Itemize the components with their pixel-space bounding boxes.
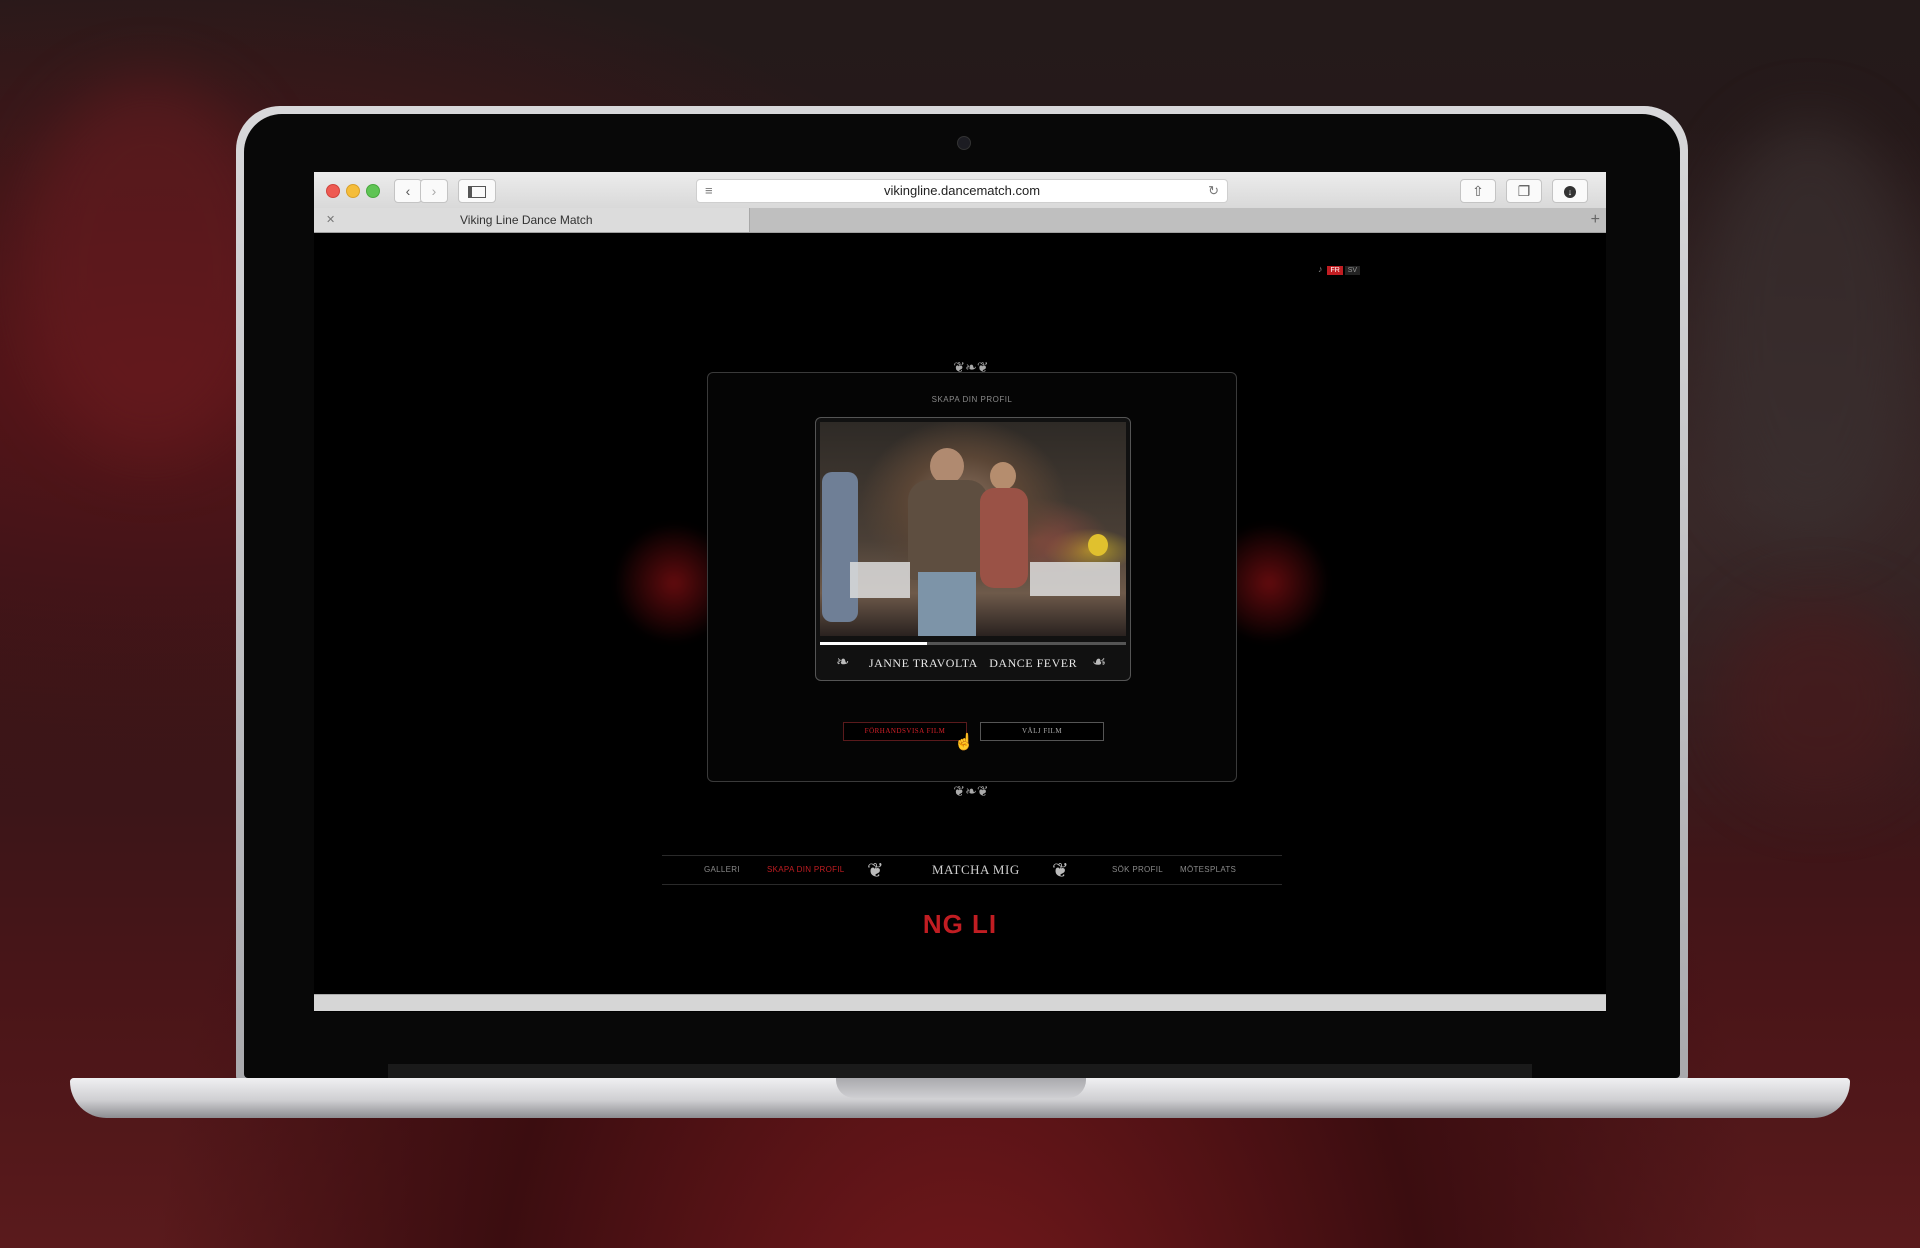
dancer-figure xyxy=(990,462,1016,490)
panel-title: SKAPA DIN PROFIL xyxy=(931,395,1013,404)
video-progress-bar[interactable] xyxy=(820,642,1126,645)
preview-film-button[interactable]: FÖRHANDSVISA FILM xyxy=(843,722,967,741)
tab-close-icon[interactable]: ✕ xyxy=(326,208,335,232)
laptop-notch xyxy=(836,1078,1086,1098)
choose-film-button[interactable]: VÄLJ FILM xyxy=(980,722,1104,741)
sidebar-icon xyxy=(468,186,486,199)
video-caption: JANNE TRAVOLTA DANCE FEVER xyxy=(816,656,1130,671)
nav-item-skapa-din-profil[interactable]: SKAPA DIN PROFIL xyxy=(767,865,845,874)
webcam-icon xyxy=(957,136,971,150)
language-option[interactable]: FR xyxy=(1327,266,1343,275)
sidebar-toggle-button[interactable] xyxy=(458,179,496,203)
language-switcher: ♪ FR SV xyxy=(1315,263,1361,275)
minimize-window-button[interactable] xyxy=(346,184,360,198)
tab-title: Viking Line Dance Match xyxy=(460,213,593,227)
dancer-figure xyxy=(930,448,964,484)
dancer-figure xyxy=(822,472,858,622)
zoom-window-button[interactable] xyxy=(366,184,380,198)
tab-bar: ✕ Viking Line Dance Match + xyxy=(314,208,1606,233)
nav-item-matcha-mig[interactable]: MATCHA MIG xyxy=(932,862,1020,878)
new-tab-button[interactable]: + xyxy=(1591,208,1600,232)
nav-item-motesplats[interactable]: MÖTESPLATS xyxy=(1180,865,1236,874)
music-note-icon[interactable]: ♪ xyxy=(1315,263,1326,275)
forward-button[interactable]: › xyxy=(420,179,448,203)
close-window-button[interactable] xyxy=(326,184,340,198)
language-option[interactable]: SV xyxy=(1344,266,1361,275)
tabs-icon: ❐ xyxy=(1517,183,1531,199)
profile-panel: SKAPA DIN PROFIL ❧ JANNE TRAVOLTA DANCE … xyxy=(707,372,1237,782)
ornament-right-icon: ☙ xyxy=(1092,654,1107,671)
ornament-nav-right-icon: ❦ xyxy=(1052,860,1069,882)
laptop-screen: ‹ › ≡ vikingline.dancematch.com ↻ ⇧ ❐ ↓ … xyxy=(314,172,1606,1012)
browser-status-bar xyxy=(314,994,1606,1011)
ornament-bottom: ❦❧❦ xyxy=(953,783,989,799)
video-frame[interactable] xyxy=(820,422,1126,636)
background-blur xyxy=(1700,120,1920,540)
reload-icon[interactable]: ↻ xyxy=(1208,180,1219,202)
address-bar[interactable]: ≡ vikingline.dancematch.com ↻ xyxy=(696,179,1228,203)
page-content: ♪ FR SV ❦❧❦ SKAPA DIN PROFIL ❧ JANNE TRA… xyxy=(314,233,1606,993)
ornament-nav-left-icon: ❦ xyxy=(867,860,884,882)
video-progress-fill xyxy=(820,642,928,645)
download-icon: ↓ xyxy=(1564,186,1576,199)
tabs-overview-button[interactable]: ❐ xyxy=(1506,179,1542,203)
dancer-figure xyxy=(918,572,976,636)
table xyxy=(1030,562,1120,596)
viking-line-logo[interactable]: NG LI xyxy=(314,909,1606,940)
background-blur xyxy=(1720,600,1920,800)
nav-item-sok-profil[interactable]: SÖK PROFIL xyxy=(1112,865,1163,874)
caption-subtitle: DANCE FEVER xyxy=(989,656,1078,670)
tab-viking-line[interactable]: ✕ Viking Line Dance Match xyxy=(314,208,750,232)
downloads-button[interactable]: ↓ xyxy=(1552,179,1588,203)
caption-name: JANNE TRAVOLTA xyxy=(868,656,978,670)
share-icon: ⇧ xyxy=(1472,183,1484,199)
share-button[interactable]: ⇧ xyxy=(1460,179,1496,203)
nav-item-galleri[interactable]: GALLERI xyxy=(704,865,740,874)
dancer-figure xyxy=(908,480,988,580)
table xyxy=(850,562,910,598)
video-player[interactable]: ❧ JANNE TRAVOLTA DANCE FEVER ☙ xyxy=(815,417,1131,681)
back-button[interactable]: ‹ xyxy=(394,179,422,203)
main-navigation: GALLERI SKAPA DIN PROFIL ❦ MATCHA MIG ❦ … xyxy=(662,855,1282,885)
url-text: vikingline.dancematch.com xyxy=(883,183,1041,198)
browser-toolbar: ‹ › ≡ vikingline.dancematch.com ↻ ⇧ ❐ ↓ xyxy=(314,172,1606,209)
dancer-figure xyxy=(980,488,1028,588)
balloon xyxy=(1088,534,1108,556)
reader-icon: ≡ xyxy=(705,183,713,198)
pointer-cursor-icon: ☝ xyxy=(954,734,974,751)
